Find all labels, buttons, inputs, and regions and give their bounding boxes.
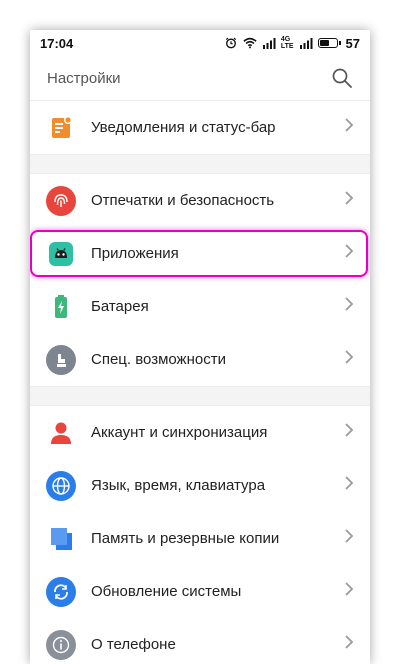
storage-icon bbox=[46, 524, 76, 554]
network-label-top: 4G bbox=[280, 36, 291, 43]
settings-item-android[interactable]: Приложения bbox=[30, 227, 370, 280]
settings-item-notifications[interactable]: Уведомления и статус-бар bbox=[30, 101, 370, 154]
info-icon bbox=[46, 629, 76, 660]
phone-screen: 17:04 4G LTE 57 Настройки Уведомления и … bbox=[30, 30, 370, 664]
battery-icon bbox=[46, 292, 76, 322]
status-bar: 17:04 4G LTE 57 bbox=[30, 30, 370, 56]
settings-item-label: Язык, время, клавиатура bbox=[91, 477, 266, 494]
settings-item-label: О телефоне bbox=[91, 636, 176, 653]
settings-item-accessibility[interactable]: Спец. возможности bbox=[30, 333, 370, 386]
chevron-right-icon bbox=[344, 297, 354, 316]
chevron-right-icon bbox=[344, 529, 354, 548]
globe-icon bbox=[46, 470, 76, 501]
wifi-icon bbox=[243, 37, 257, 49]
settings-item-info[interactable]: О телефоне bbox=[30, 618, 370, 664]
settings-item-battery[interactable]: Батарея bbox=[30, 280, 370, 333]
settings-item-update[interactable]: Обновление системы bbox=[30, 565, 370, 618]
chevron-right-icon bbox=[344, 476, 354, 495]
status-time: 17:04 bbox=[40, 35, 74, 51]
chevron-right-icon bbox=[344, 635, 354, 654]
network-label-bottom: LTE bbox=[280, 43, 294, 50]
settings-section: Отпечатки и безопасность Приложения Батаре… bbox=[30, 174, 370, 386]
section-divider bbox=[30, 154, 370, 174]
settings-item-label: Обновление системы bbox=[91, 583, 242, 600]
chevron-right-icon bbox=[344, 244, 354, 263]
signal-icon bbox=[262, 38, 276, 49]
settings-item-label: Память и резервные копии bbox=[91, 530, 280, 547]
battery-percent: 57 bbox=[345, 35, 360, 51]
battery-icon bbox=[317, 38, 341, 48]
notifications-icon bbox=[46, 113, 76, 143]
settings-item-label: Спец. возможности bbox=[91, 351, 226, 368]
settings-item-label: Приложения bbox=[91, 245, 179, 262]
settings-section: Аккаунт и синхронизация Язык, время, клав… bbox=[30, 406, 370, 664]
settings-header: Настройки bbox=[30, 56, 370, 101]
section-divider bbox=[30, 386, 370, 406]
android-icon bbox=[46, 239, 76, 269]
chevron-right-icon bbox=[344, 423, 354, 442]
chevron-right-icon bbox=[344, 118, 354, 137]
update-icon bbox=[46, 576, 76, 607]
settings-item-label: Уведомления и статус-бар bbox=[91, 119, 276, 136]
settings-list: Уведомления и статус-бар Отпечатки и безо… bbox=[30, 101, 370, 664]
settings-item-label: Отпечатки и безопасность bbox=[91, 192, 275, 209]
chevron-right-icon bbox=[344, 350, 354, 369]
settings-item-fingerprint[interactable]: Отпечатки и безопасность bbox=[30, 174, 370, 227]
chevron-right-icon bbox=[344, 582, 354, 601]
alarm-icon bbox=[225, 37, 236, 49]
settings-section: Уведомления и статус-бар bbox=[30, 101, 370, 154]
accessibility-icon bbox=[46, 344, 76, 375]
fingerprint-icon bbox=[46, 185, 76, 216]
status-icons: 4G LTE 57 bbox=[224, 36, 360, 51]
settings-item-storage[interactable]: Память и резервные копии bbox=[30, 512, 370, 565]
chevron-right-icon bbox=[344, 191, 354, 210]
settings-item-globe[interactable]: Язык, время, клавиатура bbox=[30, 459, 370, 512]
account-icon bbox=[46, 418, 76, 448]
settings-item-account[interactable]: Аккаунт и синхронизация bbox=[30, 406, 370, 459]
signal-icon-2 bbox=[299, 38, 313, 49]
search-icon[interactable] bbox=[331, 67, 353, 89]
settings-item-label: Аккаунт и синхронизация bbox=[91, 424, 268, 441]
settings-item-label: Батарея bbox=[91, 298, 149, 315]
network-type: 4G LTE bbox=[281, 36, 294, 50]
page-title: Настройки bbox=[47, 69, 121, 87]
